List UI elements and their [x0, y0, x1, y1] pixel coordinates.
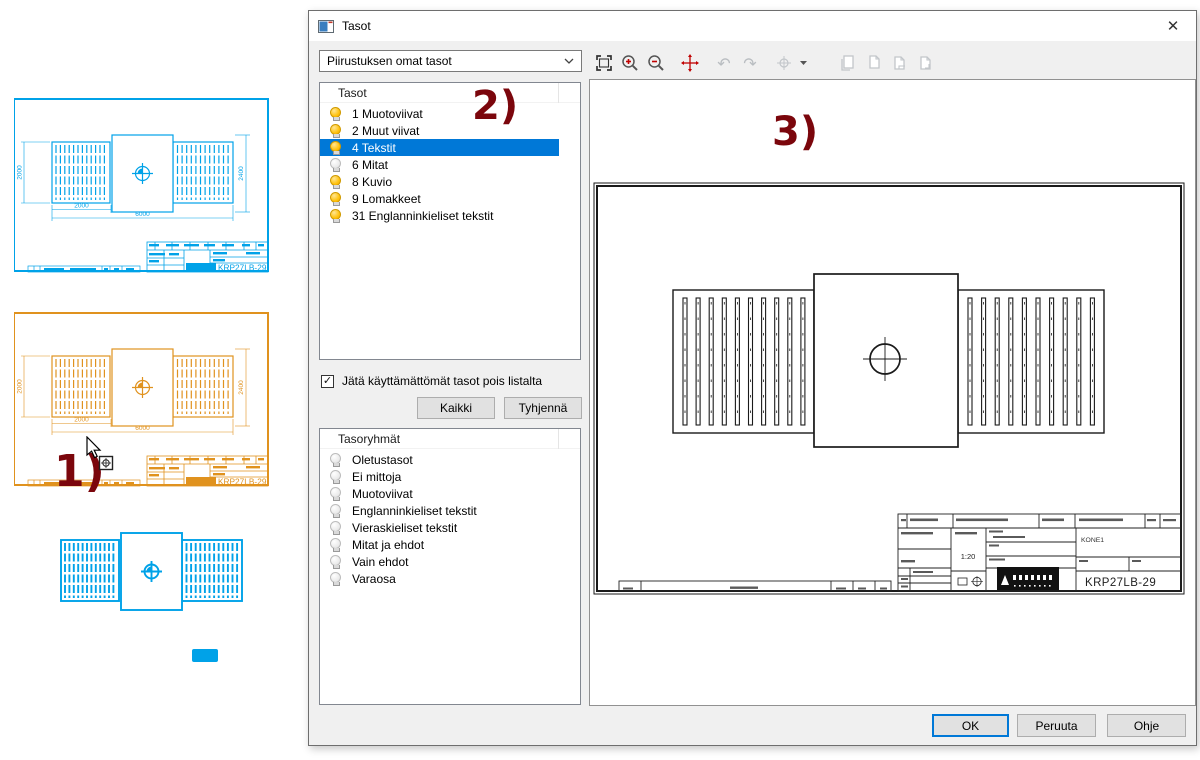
bulb-icon[interactable]: [330, 124, 341, 138]
layer-label: 8 Kuvio: [352, 175, 392, 189]
dialog-title: Tasot: [342, 19, 371, 33]
group-label: Englanninkieliset tekstit: [352, 504, 477, 518]
bulb-icon[interactable]: [330, 209, 341, 223]
dialog-icon: [318, 20, 334, 33]
group-row[interactable]: Muotoviivat: [320, 485, 559, 502]
fit-view-icon[interactable]: [593, 52, 615, 74]
cancel-button[interactable]: Peruuta: [1017, 714, 1096, 737]
group-label: Varaosa: [352, 572, 396, 586]
group-row[interactable]: Oletustasot: [320, 451, 559, 468]
bulb-icon[interactable]: [330, 572, 341, 586]
preview-toolbar: ↶ ↷: [590, 49, 1196, 77]
hide-unused-label: Jätä käyttämättömät tasot pois listalta: [342, 374, 542, 388]
group-row[interactable]: Varaosa: [320, 570, 559, 587]
preview-drawing: 1:20 KONE1 KRP27LB-29: [590, 80, 1195, 705]
layer-row[interactable]: 1 Muotoviivat: [320, 105, 559, 122]
annotation-3: 3): [772, 112, 818, 152]
layer-label: 4 Tekstit: [352, 141, 396, 155]
annotation-2: 2): [472, 86, 518, 126]
blue-bar-shape: [192, 649, 218, 662]
layer-source-select[interactable]: Piirustuksen omat tasot: [319, 50, 582, 72]
group-label: Vain ehdot: [352, 555, 409, 569]
group-label: Oletustasot: [352, 453, 413, 467]
layer-row[interactable]: 31 Englanninkieliset tekstit: [320, 207, 559, 224]
zoom-out-icon[interactable]: [645, 52, 667, 74]
group-row[interactable]: Ei mittoja: [320, 468, 559, 485]
bulb-icon[interactable]: [330, 470, 341, 484]
group-row[interactable]: Englanninkieliset tekstit: [320, 502, 559, 519]
close-icon[interactable]: ✕: [1150, 12, 1196, 41]
layers-dialog: Tasot ✕ Piirustuksen omat tasot Tasot 1 …: [308, 10, 1197, 746]
layer-source-value: Piirustuksen omat tasot: [327, 54, 452, 68]
help-button[interactable]: Ohje: [1107, 714, 1186, 737]
scale-value: 1:20: [961, 552, 976, 561]
all-button[interactable]: Kaikki: [417, 397, 495, 419]
bulb-icon[interactable]: [330, 538, 341, 552]
next-view-icon[interactable]: ↷: [739, 52, 761, 74]
company-name: KONE1: [1081, 537, 1104, 544]
zoom-in-icon[interactable]: [619, 52, 641, 74]
ok-button[interactable]: OK: [932, 714, 1009, 737]
layer-label: 31 Englanninkieliset tekstit: [352, 209, 493, 223]
drawing-object-blue: [60, 532, 244, 612]
clear-button[interactable]: Tyhjennä: [504, 397, 582, 419]
bulb-icon[interactable]: [330, 504, 341, 518]
copy-view-icon-1[interactable]: [837, 52, 859, 74]
layer-row[interactable]: 9 Lomakkeet: [320, 190, 559, 207]
center-target-icon[interactable]: [773, 52, 795, 74]
group-row[interactable]: Vain ehdot: [320, 553, 559, 570]
layer-groups-list: Tasoryhmät Oletustasot Ei mittoja Muotov…: [319, 428, 581, 705]
drawing-sheet-blue: [14, 97, 288, 275]
layers-list-header: Tasot: [320, 83, 580, 103]
previous-view-icon[interactable]: ↶: [713, 52, 735, 74]
bulb-icon[interactable]: [330, 141, 341, 155]
group-row[interactable]: Vieraskieliset tekstit: [320, 519, 559, 536]
group-label: Mitat ja ehdot: [352, 538, 424, 552]
bulb-icon[interactable]: [330, 158, 341, 172]
copy-view-icon-3[interactable]: [889, 52, 911, 74]
preview-drawing-number: KRP27LB-29: [1085, 577, 1156, 589]
layer-row[interactable]: 4 Tekstit: [320, 139, 559, 156]
pan-icon[interactable]: [679, 52, 701, 74]
copy-view-icon-4[interactable]: [915, 52, 937, 74]
group-label: Vieraskieliset tekstit: [352, 521, 457, 535]
company-logo-block: [997, 567, 1059, 590]
bulb-icon[interactable]: [330, 555, 341, 569]
layer-row[interactable]: 2 Muut viivat: [320, 122, 559, 139]
layers-list: Tasot 1 Muotoviivat 2 Muut viivat 4 Teks…: [319, 82, 581, 360]
snap-target-icon: [98, 455, 114, 471]
group-row[interactable]: Mitat ja ehdot: [320, 536, 559, 553]
target-dropdown-caret-icon[interactable]: [799, 52, 809, 74]
bulb-icon[interactable]: [330, 175, 341, 189]
dialog-titlebar: Tasot ✕: [309, 11, 1196, 41]
preview-pane: 1:20 KONE1 KRP27LB-29: [589, 79, 1196, 706]
layer-label: 1 Muotoviivat: [352, 107, 423, 121]
groups-list-header: Tasoryhmät: [320, 429, 580, 449]
bulb-icon[interactable]: [330, 192, 341, 206]
bulb-icon[interactable]: [330, 521, 341, 535]
layer-row[interactable]: 6 Mitat: [320, 156, 559, 173]
copy-view-icon-2[interactable]: [863, 52, 885, 74]
bulb-icon[interactable]: [330, 107, 341, 121]
layer-label: 2 Muut viivat: [352, 124, 419, 138]
preview-object: [673, 274, 1104, 447]
layer-label: 6 Mitat: [352, 158, 388, 172]
layer-row[interactable]: 8 Kuvio: [320, 173, 559, 190]
bulb-icon[interactable]: [330, 487, 341, 501]
group-label: Ei mittoja: [352, 470, 401, 484]
layer-label: 9 Lomakkeet: [352, 192, 421, 206]
checkbox-check-icon[interactable]: ✓: [321, 375, 334, 388]
group-label: Muotoviivat: [352, 487, 413, 501]
hide-unused-checkbox[interactable]: ✓ Jätä käyttämättömät tasot pois listalt…: [321, 374, 542, 388]
chevron-down-icon: [564, 58, 574, 64]
bulb-icon[interactable]: [330, 453, 341, 467]
